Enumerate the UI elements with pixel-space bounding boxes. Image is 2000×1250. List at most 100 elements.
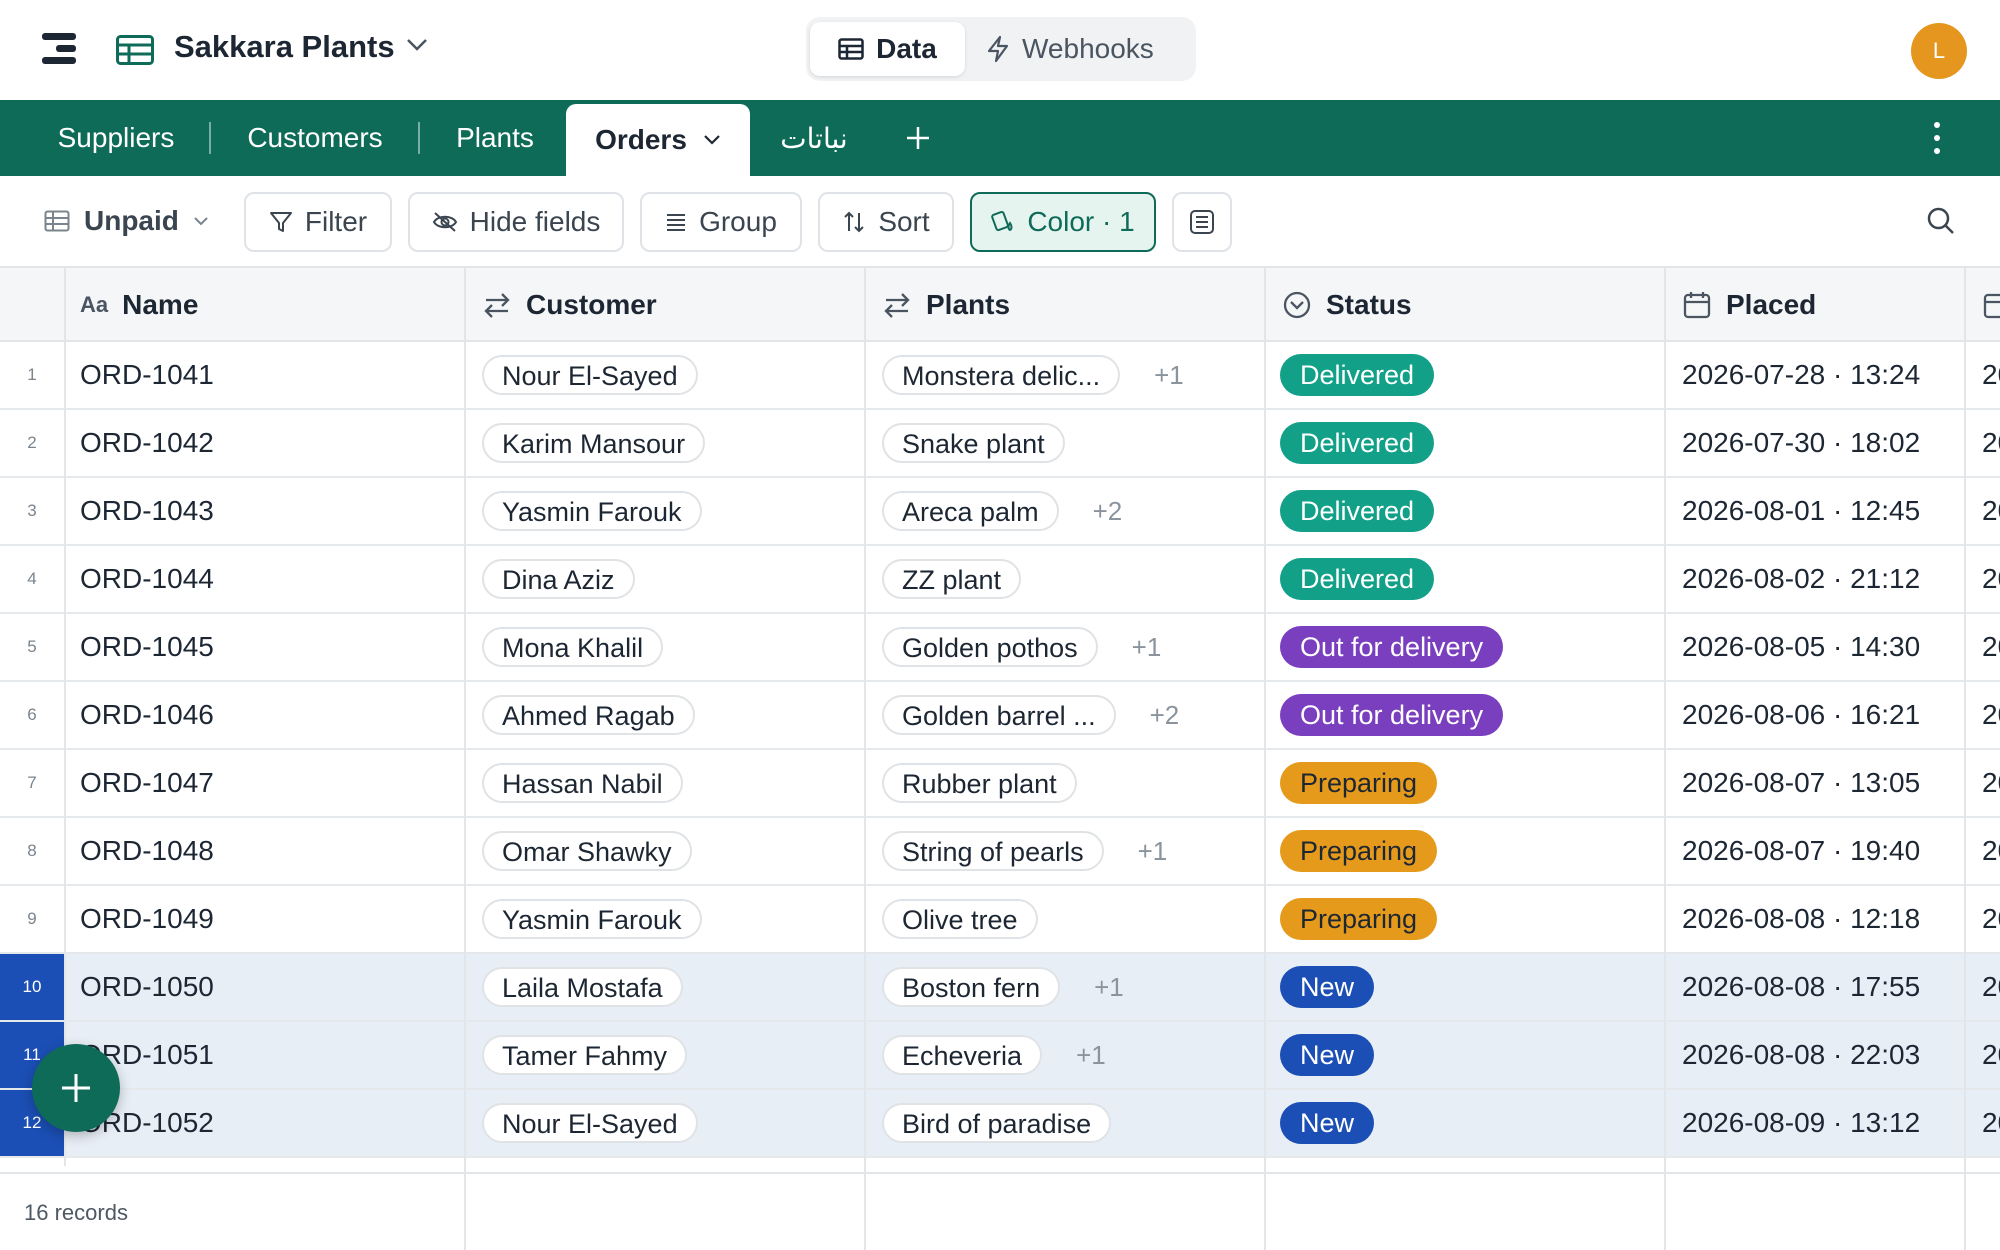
- row-number[interactable]: 1: [0, 342, 64, 408]
- plants-cell[interactable]: Snake plant: [882, 410, 1065, 476]
- customer-chip[interactable]: Ahmed Ragab: [482, 695, 695, 735]
- row-number[interactable]: 3: [0, 478, 64, 544]
- chevron-down-icon[interactable]: [406, 38, 428, 52]
- row-height-button[interactable]: [1172, 192, 1232, 252]
- plant-chip[interactable]: Bird of paradise: [882, 1103, 1112, 1143]
- status-cell[interactable]: New: [1280, 1090, 1375, 1156]
- column-header-plants[interactable]: Plants: [866, 268, 1266, 342]
- table-row[interactable]: 3 ORD-1043 Yasmin Farouk Areca palm +2 Delive…: [0, 478, 2000, 546]
- customer-chip[interactable]: Karim Mansour: [482, 423, 706, 463]
- customer-chip[interactable]: Dina Aziz: [482, 559, 635, 599]
- placed-cell[interactable]: 2026-07-28 · 13:24: [1682, 342, 1920, 408]
- column-header-placed[interactable]: Placed: [1666, 268, 1966, 342]
- plant-chip[interactable]: Golden barrel ...: [882, 695, 1116, 735]
- customer-chip[interactable]: Yasmin Farouk: [482, 899, 702, 939]
- row-number[interactable]: 7: [0, 750, 64, 816]
- placed-cell[interactable]: 2026-08-06 · 16:21: [1682, 682, 1920, 748]
- more-plants-count[interactable]: +1: [1132, 632, 1162, 663]
- tab-orders[interactable]: Orders: [566, 104, 750, 176]
- customer-cell[interactable]: Hassan Nabil: [482, 750, 683, 816]
- table-row[interactable]: 11 ORD-1051 Tamer Fahmy Echeveria +1 New 2026-…: [0, 1022, 2000, 1090]
- table-row[interactable]: 4 ORD-1044 Dina Aziz ZZ plant Delivered 2026-…: [0, 546, 2000, 614]
- customer-cell[interactable]: Nour El-Sayed: [482, 1090, 698, 1156]
- plants-cell[interactable]: Echeveria +1: [882, 1022, 1106, 1088]
- user-avatar[interactable]: L: [1911, 23, 1967, 79]
- plant-chip[interactable]: Rubber plant: [882, 763, 1077, 803]
- more-plants-count[interactable]: +2: [1150, 700, 1180, 731]
- more-plants-count[interactable]: +1: [1138, 836, 1168, 867]
- customer-chip[interactable]: Mona Khalil: [482, 627, 664, 667]
- table-row[interactable]: 7 ORD-1047 Hassan Nabil Rubber plant Prepari…: [0, 750, 2000, 818]
- plant-chip[interactable]: Golden pothos: [882, 627, 1098, 667]
- order-name-cell[interactable]: ORD-1044: [80, 546, 214, 612]
- chevron-down-icon[interactable]: [703, 134, 721, 146]
- order-name-cell[interactable]: ORD-1041: [80, 342, 214, 408]
- placed-cell[interactable]: 2026-08-01 · 12:45: [1682, 478, 1920, 544]
- order-name-cell[interactable]: ORD-1045: [80, 614, 214, 680]
- color-button[interactable]: Color · 1: [970, 192, 1156, 252]
- plant-chip[interactable]: Boston fern: [882, 967, 1061, 1007]
- customer-chip[interactable]: Nour El-Sayed: [482, 1103, 698, 1143]
- status-cell[interactable]: Preparing: [1280, 750, 1438, 816]
- data-mode-button[interactable]: Data: [810, 22, 965, 76]
- plants-cell[interactable]: Bird of paradise: [882, 1090, 1112, 1156]
- status-cell[interactable]: Delivered: [1280, 410, 1435, 476]
- placed-cell[interactable]: 2026-08-07 · 13:05: [1682, 750, 1920, 816]
- table-row[interactable]: 2 ORD-1042 Karim Mansour Snake plant Deliver…: [0, 410, 2000, 478]
- next-column-cell[interactable]: 20: [1982, 410, 2000, 476]
- more-plants-count[interactable]: +2: [1093, 496, 1123, 527]
- table-row[interactable]: 10 ORD-1050 Laila Mostafa Boston fern +1 New 2…: [0, 954, 2000, 1022]
- customer-cell[interactable]: Karim Mansour: [482, 410, 706, 476]
- tab-suppliers[interactable]: Suppliers: [28, 100, 204, 176]
- row-number[interactable]: 5: [0, 614, 64, 680]
- tab-customers[interactable]: Customers: [220, 100, 410, 176]
- row-number[interactable]: 9: [0, 886, 64, 952]
- placed-cell[interactable]: 2026-08-05 · 14:30: [1682, 614, 1920, 680]
- next-column-cell[interactable]: 20: [1982, 342, 2000, 408]
- order-name-cell[interactable]: ORD-1050: [80, 954, 214, 1020]
- customer-chip[interactable]: Omar Shawky: [482, 831, 692, 871]
- row-number[interactable]: 8: [0, 818, 64, 884]
- plant-chip[interactable]: Olive tree: [882, 899, 1038, 939]
- next-column-cell[interactable]: 20: [1982, 818, 2000, 884]
- status-cell[interactable]: Delivered: [1280, 546, 1435, 612]
- next-column-cell[interactable]: 20: [1982, 614, 2000, 680]
- more-plants-count[interactable]: +1: [1154, 360, 1184, 391]
- customer-cell[interactable]: Ahmed Ragab: [482, 682, 695, 748]
- plants-cell[interactable]: Golden pothos +1: [882, 614, 1161, 680]
- plant-chip[interactable]: String of pearls: [882, 831, 1104, 871]
- customer-cell[interactable]: Dina Aziz: [482, 546, 635, 612]
- next-column-cell[interactable]: 20: [1982, 1022, 2000, 1088]
- plants-cell[interactable]: Boston fern +1: [882, 954, 1124, 1020]
- status-cell[interactable]: Preparing: [1280, 818, 1438, 884]
- row-number[interactable]: 6: [0, 682, 64, 748]
- hide-fields-button[interactable]: Hide fields: [408, 192, 624, 252]
- next-column-cell[interactable]: 20: [1982, 1090, 2000, 1156]
- column-header-customer[interactable]: Customer: [466, 268, 866, 342]
- status-cell[interactable]: New: [1280, 1022, 1375, 1088]
- status-cell[interactable]: Delivered: [1280, 478, 1435, 544]
- status-cell[interactable]: New: [1280, 954, 1375, 1020]
- plant-chip[interactable]: Areca palm: [882, 491, 1059, 531]
- filter-button[interactable]: Filter: [244, 192, 392, 252]
- view-selector[interactable]: Unpaid: [44, 197, 209, 245]
- next-column-cell[interactable]: 20: [1982, 886, 2000, 952]
- customer-chip[interactable]: Laila Mostafa: [482, 967, 683, 1007]
- customer-cell[interactable]: Yasmin Farouk: [482, 886, 702, 952]
- placed-cell[interactable]: 2026-08-07 · 19:40: [1682, 818, 1920, 884]
- placed-cell[interactable]: 2026-08-08 · 22:03: [1682, 1022, 1920, 1088]
- plant-chip[interactable]: Snake plant: [882, 423, 1065, 463]
- table-row[interactable]: 1 ORD-1041 Nour El-Sayed Monstera delic... +…: [0, 342, 2000, 410]
- plants-cell[interactable]: Olive tree: [882, 886, 1038, 952]
- more-options-icon[interactable]: [1933, 122, 1941, 156]
- column-header-name[interactable]: Aa Name: [64, 268, 464, 342]
- plant-chip[interactable]: ZZ plant: [882, 559, 1022, 599]
- menu-icon[interactable]: [42, 33, 76, 65]
- plants-cell[interactable]: ZZ plant: [882, 546, 1022, 612]
- next-column-cell[interactable]: 20: [1982, 546, 2000, 612]
- customer-chip[interactable]: Hassan Nabil: [482, 763, 683, 803]
- table-row[interactable]: 5 ORD-1045 Mona Khalil Golden pothos +1 Out f…: [0, 614, 2000, 682]
- plants-cell[interactable]: String of pearls +1: [882, 818, 1167, 884]
- placed-cell[interactable]: 2026-08-08 · 17:55: [1682, 954, 1920, 1020]
- table-row[interactable]: 6 ORD-1046 Ahmed Ragab Golden barrel ... +2 O…: [0, 682, 2000, 750]
